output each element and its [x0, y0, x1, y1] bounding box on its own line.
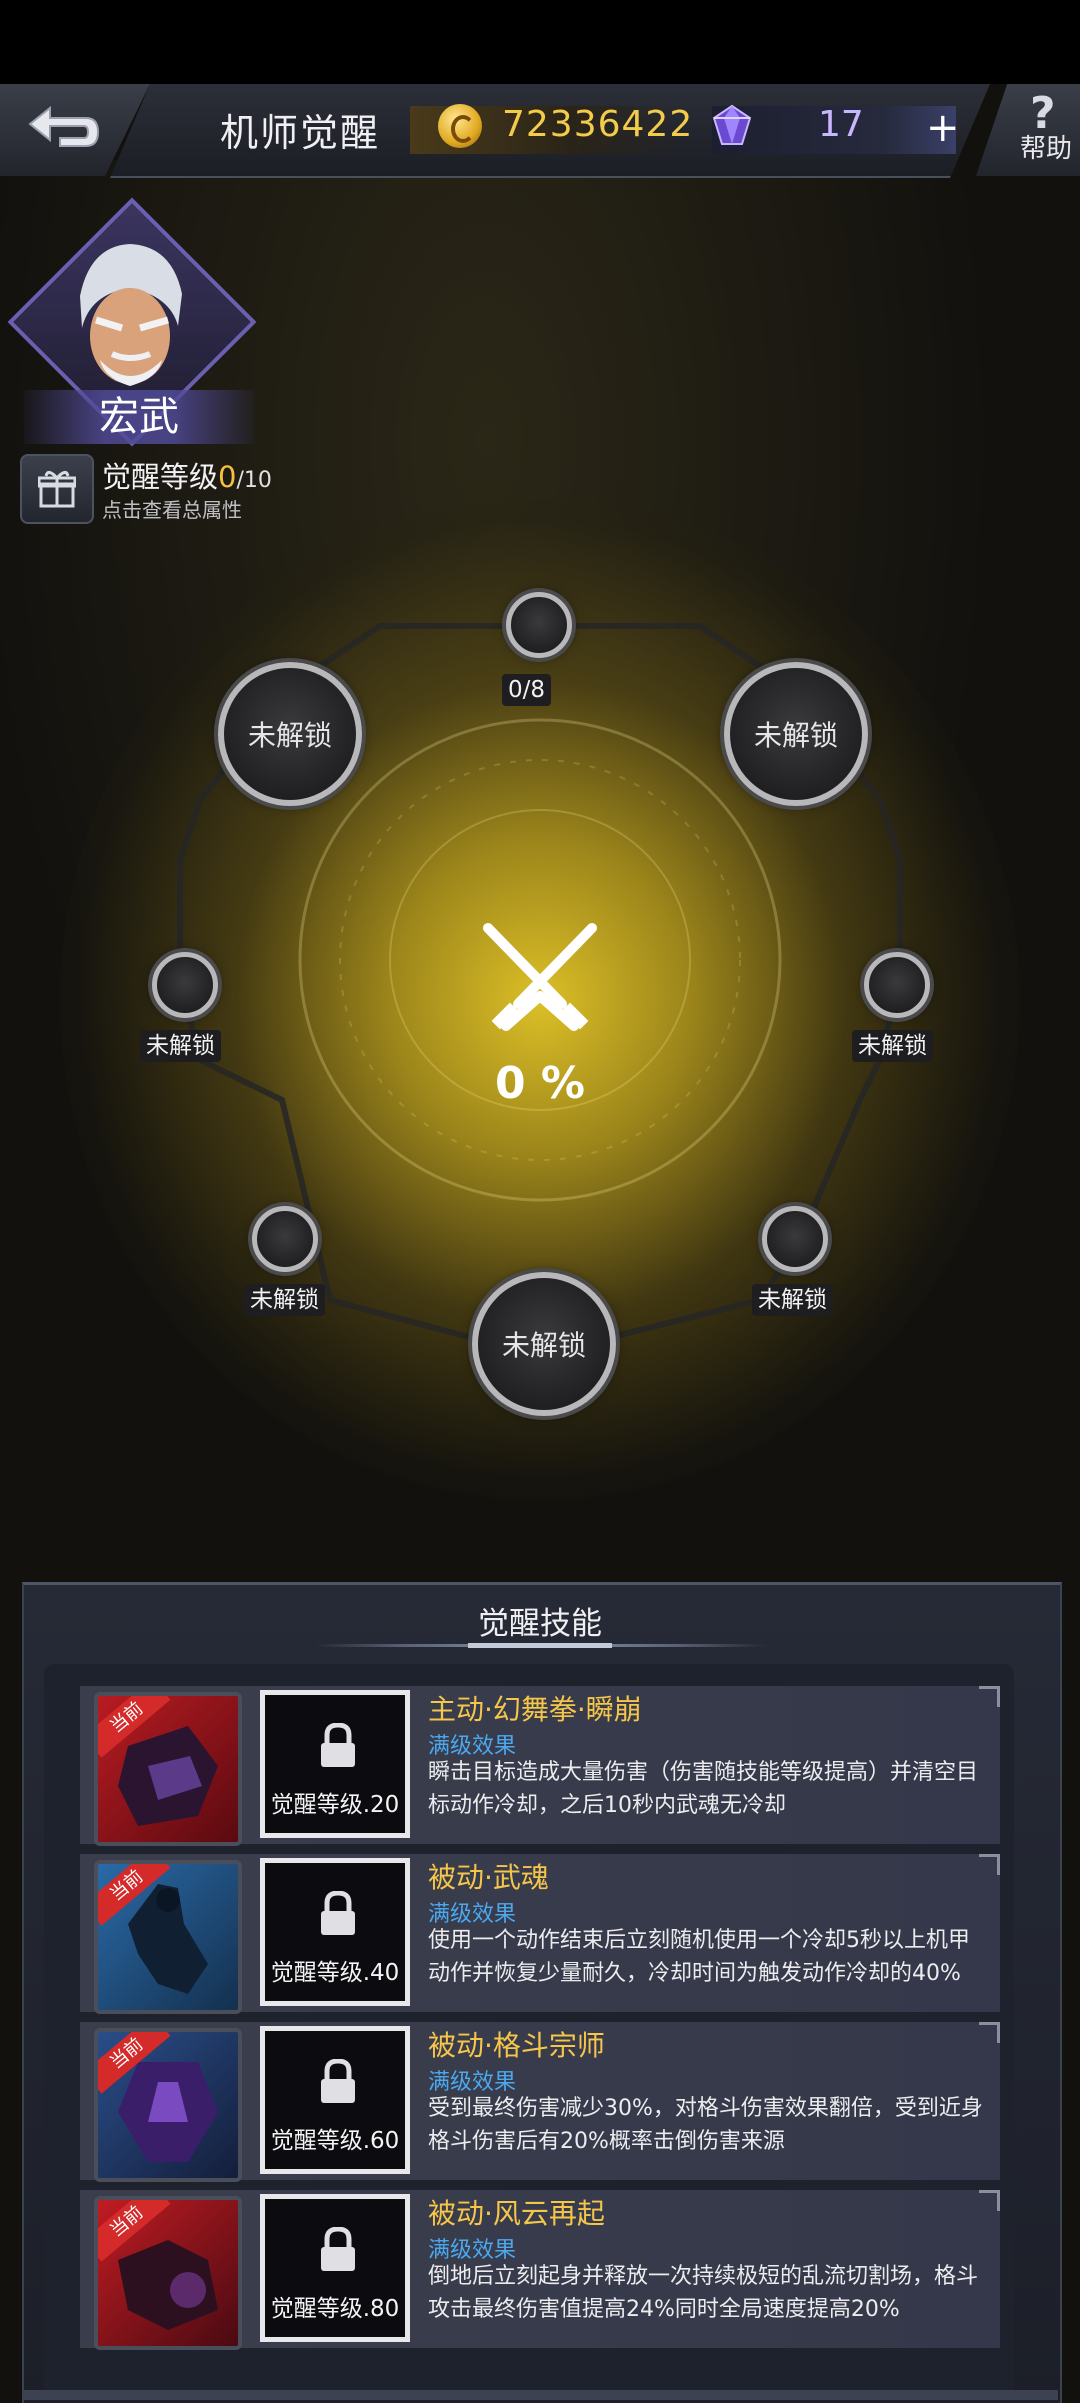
- lock-icon: [321, 2227, 355, 2271]
- help-label[interactable]: 帮助: [1020, 128, 1072, 165]
- add-gems-button[interactable]: +: [926, 108, 960, 148]
- total-attributes-button[interactable]: [20, 454, 94, 524]
- panel-bottom-border: [22, 2390, 1058, 2400]
- diamond-icon: [712, 104, 752, 145]
- corner-mark: [979, 2022, 1000, 2043]
- corner-mark: [979, 2190, 1000, 2211]
- awaken-node-lower-right[interactable]: [762, 1206, 828, 1272]
- skills-panel-title[interactable]: 觉醒技能: [0, 1598, 1080, 1643]
- awaken-level-current: 0: [218, 460, 237, 494]
- crossed-swords-icon: [483, 923, 597, 1031]
- gold-amount: 72336422: [502, 104, 694, 145]
- skill-lock[interactable]: 觉醒等级.20: [260, 1690, 410, 1838]
- skill-portrait: 当前: [94, 2028, 242, 2182]
- awaken-level-max: /10: [236, 468, 272, 493]
- skill-description: 倒地后立刻起身并释放一次持续极短的乱流切割场，格斗攻击最终伤害值提高24%同时全…: [428, 2264, 979, 2322]
- awaken-level[interactable]: 觉醒等级0/10: [102, 454, 272, 496]
- skill-name: 被动·武魂: [428, 1861, 549, 1894]
- back-arrow-icon: [28, 105, 100, 147]
- top-bar: 机师觉醒 72336422 17 + ? 帮助: [0, 84, 1080, 176]
- lock-icon: [321, 1891, 355, 1935]
- awaken-node-upper-right[interactable]: 未解锁: [724, 662, 868, 806]
- skill-name: 被动·格斗宗师: [428, 2029, 605, 2062]
- skill-name: 主动·幻舞拳·瞬崩: [428, 1693, 642, 1726]
- skill-row[interactable]: 当前 觉醒等级.60 被动·格斗宗师 满级效果 受到最终伤害减少30%，对格斗伤…: [80, 2022, 1000, 2182]
- skill-portrait: 当前: [94, 2196, 242, 2350]
- skill-description: 使用一个动作结束后立刻随机使用一个冷却5秒以上机甲动作并恢复少量耐久，冷却时间为…: [428, 1928, 970, 1986]
- node-status: 未解锁: [501, 1329, 586, 1362]
- awaken-node-left[interactable]: [152, 952, 218, 1018]
- awaken-node-top-progress: 0/8: [502, 674, 552, 706]
- corner-mark: [979, 1854, 1000, 1875]
- awaken-node-left-status: 未解锁: [140, 1030, 221, 1062]
- page-title: 机师觉醒: [220, 111, 381, 155]
- awaken-node-upper-left[interactable]: 未解锁: [218, 662, 362, 806]
- corner-mark: [979, 1686, 1000, 1707]
- skill-description: 瞬击目标造成大量伤害（伤害随技能等级提高）并清空目标动作冷却，之后10秒内武魂无…: [428, 1760, 979, 1818]
- skill-lock[interactable]: 觉醒等级.40: [260, 1858, 410, 2006]
- node-status: 未解锁: [247, 719, 332, 752]
- skill-description: 受到最终伤害减少30%，对格斗伤害效果翻倍，受到近身格斗伤害后有20%概率击倒伤…: [428, 2096, 983, 2154]
- unlock-level-label: 觉醒等级.60: [270, 2128, 400, 2154]
- skill-lock[interactable]: 觉醒等级.60: [260, 2026, 410, 2174]
- awaken-node-top[interactable]: [506, 592, 572, 658]
- awaken-node-right-status: 未解锁: [852, 1030, 933, 1062]
- skill-lock[interactable]: 觉醒等级.80: [260, 2194, 410, 2342]
- awaken-hint[interactable]: 点击查看总属性: [102, 494, 242, 523]
- unlock-level-label: 觉醒等级.40: [270, 1960, 400, 1986]
- awaken-progress-percent: 0 %: [494, 1058, 586, 1109]
- skill-row[interactable]: 当前 觉醒等级.40 被动·武魂 满级效果 使用一个动作结束后立刻随机使用一个冷…: [80, 1854, 1000, 2014]
- awaken-node-right[interactable]: [864, 952, 930, 1018]
- tab-underline: [468, 1643, 612, 1648]
- awaken-level-label: 觉醒等级: [102, 460, 219, 494]
- character-name: 宏武: [99, 394, 179, 440]
- skill-portrait: 当前: [94, 1692, 242, 1846]
- gold-coin-icon: [438, 104, 482, 148]
- skill-portrait: 当前: [94, 1860, 242, 2014]
- node-status: 未解锁: [753, 719, 838, 752]
- awaken-node-lower-right-status: 未解锁: [752, 1284, 833, 1316]
- pilot-portrait: [80, 244, 182, 386]
- unlock-level-label: 觉醒等级.20: [270, 1792, 400, 1818]
- awaken-node-lower-left-status: 未解锁: [244, 1284, 325, 1316]
- skill-row[interactable]: 当前 觉醒等级.20 主动·幻舞拳·瞬崩 满级效果 瞬击目标造成大量伤害（伤害随…: [80, 1686, 1000, 1846]
- skill-name: 被动·风云再起: [428, 2197, 605, 2230]
- status-bar: [0, 0, 1080, 84]
- gem-amount: 17: [818, 104, 864, 145]
- skill-row[interactable]: 当前 觉醒等级.80 被动·风云再起 满级效果 倒地后立刻起身并释放一次持续极短…: [80, 2190, 1000, 2350]
- awaken-node-lower-left[interactable]: [252, 1206, 318, 1272]
- lock-icon: [321, 2059, 355, 2103]
- awaken-node-bottom[interactable]: 未解锁: [472, 1272, 616, 1416]
- gift-icon: [38, 471, 76, 508]
- unlock-level-label: 觉醒等级.80: [270, 2296, 400, 2322]
- lock-icon: [321, 1723, 355, 1767]
